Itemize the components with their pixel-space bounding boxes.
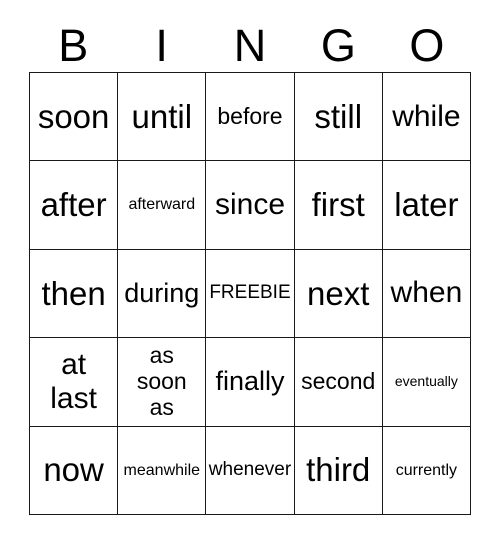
bingo-cell[interactable]: third [294, 426, 383, 515]
bingo-header-letter-g: G [320, 19, 356, 71]
bingo-cell-label: meanwhile [123, 461, 201, 479]
bingo-cell-label: when [390, 276, 463, 310]
bingo-cell-label: after [40, 186, 107, 224]
bingo-cell-label: during [124, 277, 200, 308]
bingo-cell-label: next [307, 274, 370, 312]
bingo-cell-label: eventually [394, 373, 458, 390]
bingo-cell[interactable]: eventually [382, 338, 471, 427]
bingo-cell[interactable]: later [382, 161, 471, 250]
bingo-cell[interactable]: whenever [206, 426, 295, 515]
bingo-cell[interactable]: when [382, 249, 471, 339]
bingo-cell[interactable]: until [118, 73, 207, 162]
bingo-cell-label: first [311, 186, 365, 224]
bingo-cell-label: later [394, 186, 459, 224]
bingo-cell[interactable]: now [30, 426, 119, 515]
bingo-cell-label: as soon as [136, 342, 187, 420]
bingo-cell[interactable]: finally [206, 338, 295, 427]
bingo-cell[interactable]: then [30, 249, 119, 339]
bingo-header-letter-o: O [409, 19, 445, 71]
bingo-cell-label: then [41, 274, 106, 312]
bingo-cell[interactable]: still [294, 73, 383, 162]
bingo-cell-label: soon [37, 97, 110, 135]
bingo-card: B I N G O soon until before still while after afte… [0, 0, 500, 544]
bingo-cell[interactable]: during [118, 249, 207, 339]
bingo-grid: soon until before still while after afterward s… [29, 72, 471, 515]
bingo-cell-label: FREEBIE [209, 282, 291, 304]
bingo-header-letter-b: B [58, 19, 89, 71]
bingo-cell[interactable]: soon [30, 73, 119, 162]
bingo-cell-label: finally [215, 366, 285, 397]
bingo-cell-label: afterward [128, 196, 196, 214]
bingo-cell[interactable]: currently [382, 426, 471, 515]
bingo-header-letter-i: I [155, 19, 168, 71]
bingo-cell-label: third [306, 451, 371, 489]
bingo-cell-label: at last [50, 348, 97, 415]
bingo-header-row: BINGO [29, 18, 471, 72]
bingo-cell-label: still [314, 97, 363, 135]
bingo-cell[interactable]: after [30, 161, 119, 250]
bingo-cell-label: until [131, 97, 193, 135]
bingo-cell[interactable]: afterward [118, 161, 207, 250]
bingo-cell-label: before [217, 103, 283, 130]
bingo-cell-label: since [214, 187, 286, 221]
bingo-cell[interactable]: next [294, 249, 383, 339]
bingo-cell[interactable]: as soon as [118, 338, 207, 427]
bingo-cell[interactable]: meanwhile [118, 426, 207, 515]
bingo-cell-label: second [301, 368, 376, 395]
bingo-cell-label: while [392, 99, 461, 133]
bingo-cell-label: currently [395, 461, 458, 479]
bingo-cell[interactable]: since [206, 161, 295, 250]
bingo-header-letter-n: N [233, 19, 267, 71]
bingo-cell[interactable]: first [294, 161, 383, 250]
bingo-cell[interactable]: before [206, 73, 295, 162]
bingo-cell[interactable]: second [294, 338, 383, 427]
bingo-cell-label: whenever [208, 459, 292, 481]
bingo-cell-label: now [43, 451, 104, 489]
bingo-cell-free-space[interactable]: FREEBIE [206, 249, 295, 339]
bingo-cell[interactable]: while [382, 73, 471, 162]
bingo-cell[interactable]: at last [30, 338, 119, 427]
